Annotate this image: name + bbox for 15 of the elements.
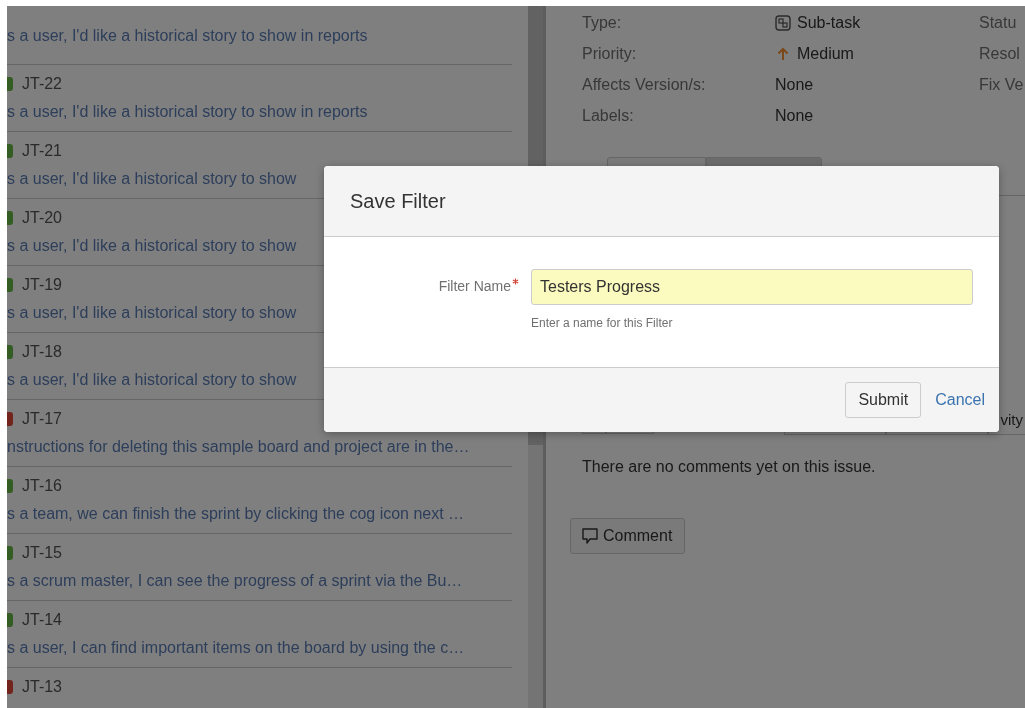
field-label: Affects Version/s: (582, 76, 707, 94)
field-label: Filter Name (438, 278, 511, 294)
field-label: Priority: (582, 45, 638, 63)
field-value: None (775, 107, 814, 125)
field-value: None (775, 76, 814, 94)
field-value: Sub-task (797, 14, 861, 32)
dialog-title: Save Filter (350, 189, 446, 213)
field-label: Statu (979, 14, 1018, 32)
field-label: Labels: (582, 107, 635, 125)
field-label: Resol (979, 45, 1021, 63)
field-label: Fix Ve (979, 76, 1025, 94)
empty-comments-message: There are no comments yet on this issue. (582, 458, 877, 476)
field-label: Type: (582, 14, 623, 32)
field-hint: Enter a name for this Filter (531, 316, 674, 330)
field-value: Medium (797, 45, 854, 63)
